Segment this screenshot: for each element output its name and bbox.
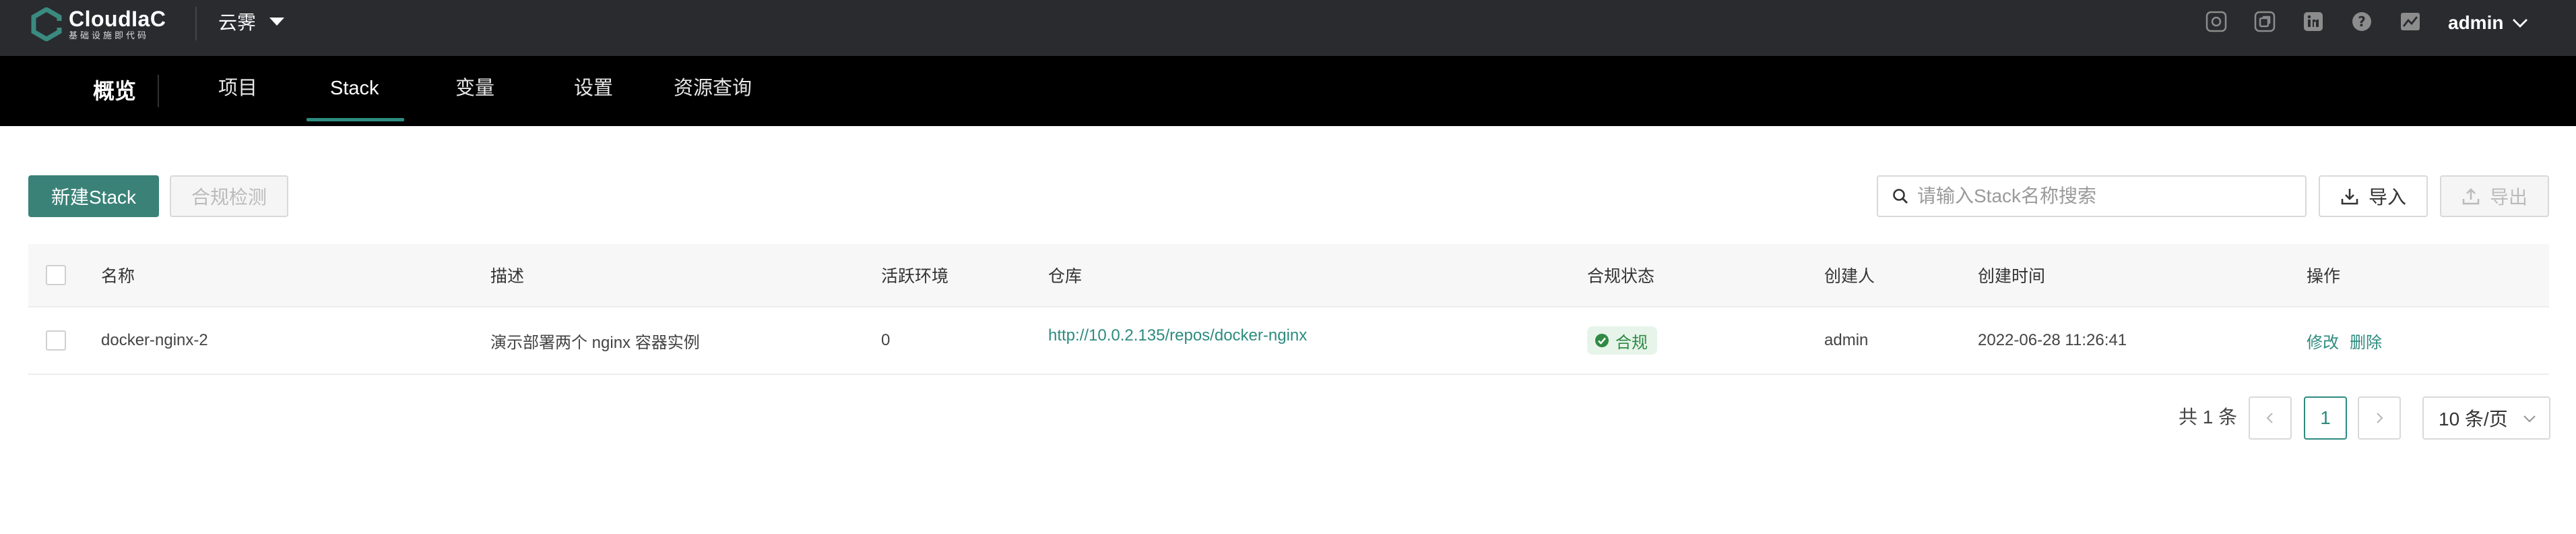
column-header-active-envs: 活跃环境 xyxy=(881,267,949,286)
caret-down-icon xyxy=(269,18,285,26)
tab-projects[interactable]: 项目 xyxy=(218,56,257,126)
column-header-name: 名称 xyxy=(101,267,135,286)
search-input[interactable] xyxy=(1917,185,2294,207)
chevron-down-icon xyxy=(2523,415,2536,423)
next-page-button[interactable] xyxy=(2358,396,2401,440)
download-icon xyxy=(2341,189,2358,205)
compliance-status-badge: 合规 xyxy=(1587,326,1657,355)
chevron-down-icon xyxy=(2513,19,2528,28)
search-icon xyxy=(1893,189,1908,204)
tab-variables[interactable]: 变量 xyxy=(455,56,494,126)
cloudiac-logo-icon xyxy=(31,7,62,41)
column-header-description: 描述 xyxy=(490,267,525,286)
chart-icon[interactable] xyxy=(2398,9,2422,34)
top-bar: CloudIaC 基础设施即代码 云霁 ? admin xyxy=(0,0,2576,56)
select-all-checkbox[interactable] xyxy=(46,265,66,285)
creator: admin xyxy=(1824,331,1869,349)
compliance-status-label: 合规 xyxy=(1615,333,1648,352)
table-header: 名称 描述 活跃环境 仓库 合规状态 创建人 创建时间 操作 xyxy=(28,244,2549,307)
column-header-creator: 创建人 xyxy=(1824,267,1875,286)
created-at: 2022-06-28 11:26:41 xyxy=(1978,331,2127,349)
tab-settings[interactable]: 设置 xyxy=(574,56,613,126)
export-label: 导出 xyxy=(2489,187,2527,208)
prev-page-button[interactable] xyxy=(2249,396,2292,440)
edit-link[interactable]: 修改 xyxy=(2307,329,2339,353)
chevron-right-icon xyxy=(2377,413,2383,423)
import-label: 导入 xyxy=(2368,187,2406,208)
chevron-left-icon xyxy=(2266,413,2273,423)
help-icon[interactable]: ? xyxy=(2350,9,2374,34)
column-header-created-at: 创建时间 xyxy=(1978,267,2046,286)
gear-icon[interactable] xyxy=(2204,9,2228,34)
tab-stack[interactable]: Stack xyxy=(330,56,379,126)
tab-resource-query[interactable]: 资源查询 xyxy=(674,56,752,126)
upload-icon xyxy=(2462,188,2480,205)
repo-link[interactable]: http://10.0.2.135/repos/docker-nginx xyxy=(1048,326,1307,345)
copy-icon[interactable] xyxy=(2253,9,2277,34)
user-name: admin xyxy=(2448,12,2504,33)
page-1-button[interactable]: 1 xyxy=(2304,396,2347,440)
check-circle-icon xyxy=(1595,334,1609,347)
table-row: docker-nginx-2 演示部署两个 nginx 容器实例 0 http:… xyxy=(28,307,2549,375)
active-env-count: 0 xyxy=(881,331,891,349)
page-size-select[interactable]: 10 条/页 xyxy=(2422,396,2550,440)
page-size-value: 10 条/页 xyxy=(2439,409,2508,429)
new-stack-button[interactable]: 新建Stack xyxy=(28,175,159,217)
svg-text:?: ? xyxy=(2358,13,2366,30)
search-box xyxy=(1877,175,2307,217)
active-tab-indicator xyxy=(307,118,404,121)
nav-bar: 概览 项目 Stack 变量 设置 资源查询 xyxy=(0,56,2576,126)
column-header-repo: 仓库 xyxy=(1048,267,1083,286)
row-checkbox[interactable] xyxy=(46,330,66,351)
logo-subtitle: 基础设施即代码 xyxy=(69,30,150,40)
stack-name: docker-nginx-2 xyxy=(101,331,208,349)
stack-description: 演示部署两个 nginx 容器实例 xyxy=(490,333,700,352)
org-select[interactable]: 云霁 xyxy=(218,8,285,35)
delete-link[interactable]: 删除 xyxy=(2350,329,2382,353)
logo-title: CloudIaC xyxy=(69,7,166,31)
logo[interactable]: CloudIaC 基础设施即代码 xyxy=(30,4,166,44)
pagination-total: 共 1 条 xyxy=(2179,407,2238,427)
top-divider xyxy=(195,7,197,40)
column-header-compliance: 合规状态 xyxy=(1587,267,1655,286)
import-button[interactable]: 导入 xyxy=(2319,175,2428,217)
nav-divider xyxy=(158,75,159,107)
nav-overview[interactable]: 概览 xyxy=(93,56,136,126)
user-menu[interactable]: admin xyxy=(2448,9,2529,36)
column-header-actions: 操作 xyxy=(2307,267,2341,286)
export-button[interactable]: 导出 xyxy=(2440,175,2549,217)
compliance-check-button[interactable]: 合规检测 xyxy=(170,175,288,217)
linkedin-icon[interactable] xyxy=(2301,9,2325,34)
org-name: 云霁 xyxy=(218,12,257,33)
